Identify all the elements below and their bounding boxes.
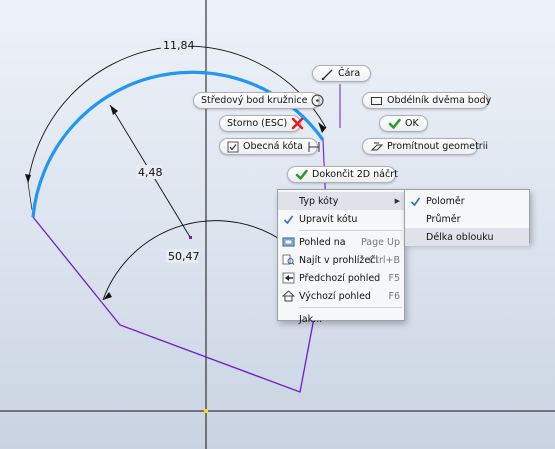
previous-view-icon [281, 271, 295, 285]
ok-button[interactable]: OK [379, 115, 428, 132]
line-label: Čára [338, 68, 361, 79]
dimension-type-submenu: Poloměr Průměr Délka oblouku [404, 189, 530, 246]
submenu-item-diameter[interactable]: Průměr [405, 210, 529, 228]
radius-label[interactable]: 4,48 [138, 166, 163, 179]
project-geometry-label: Promítnout geometrii [387, 141, 488, 152]
close-icon [291, 117, 304, 131]
circle-icon [311, 94, 324, 108]
line-button[interactable]: Čára [312, 65, 371, 82]
context-menu: Typ kóty ▶ Upravit kótu Pohled na Page U… [277, 189, 405, 325]
cancel-button[interactable]: Storno (ESC) [219, 115, 304, 132]
menu-item-home-view[interactable]: Výchozí pohled F6 [278, 287, 404, 305]
menu-item-previous-view[interactable]: Předchozí pohled F5 [278, 269, 404, 287]
submenu-item-radius[interactable]: Poloměr [405, 192, 529, 210]
cancel-label: Storno (ESC) [227, 118, 288, 129]
origin-point [204, 409, 208, 413]
general-dimension-button[interactable]: Obecná kóta [219, 138, 321, 155]
angle-label[interactable]: 50,47 [168, 250, 200, 263]
project-geometry-button[interactable]: Promítnout geometrii [362, 138, 488, 155]
checkmark-icon [281, 212, 295, 226]
submenu-arrow-icon: ▶ [394, 197, 400, 205]
checkmark-icon [408, 194, 422, 208]
rectangle-icon [370, 94, 383, 108]
project-geometry-icon [370, 140, 383, 154]
menu-item-how-to[interactable]: Jak... [278, 310, 404, 328]
finish-sketch-button[interactable]: Dokončit 2D náčrt [287, 166, 398, 183]
checkbox-icon [227, 140, 239, 154]
menu-item-find-in-browser[interactable]: Najít v prohlížeči Ctrl+B [278, 251, 404, 269]
line-icon [320, 67, 334, 81]
center-circle-button[interactable]: Středový bod kružnice [193, 92, 324, 109]
menu-separator [299, 230, 402, 231]
general-dimension-label: Obecná kóta [243, 141, 303, 152]
menu-item-edit-dimension[interactable]: Upravit kótu [278, 210, 404, 228]
home-icon [281, 289, 295, 303]
dimension-icon [307, 140, 321, 154]
menu-item-dimension-type[interactable]: Typ kóty ▶ [278, 192, 404, 210]
center-circle-label: Středový bod kružnice [201, 95, 308, 106]
menu-separator [299, 307, 402, 308]
two-point-rectangle-label: Obdélník dvěma body [387, 95, 492, 106]
arc-length-label[interactable]: 11,84 [163, 39, 195, 52]
find-in-browser-icon [281, 253, 295, 267]
submenu-item-arc-length[interactable]: Délka oblouku [405, 228, 529, 246]
ok-label: OK [405, 118, 419, 129]
two-point-rectangle-button[interactable]: Obdélník dvěma body [362, 92, 492, 109]
look-at-icon [281, 235, 295, 249]
menu-item-look-at[interactable]: Pohled na Page Up [278, 233, 404, 251]
finish-sketch-label: Dokončit 2D náčrt [312, 169, 398, 180]
checkmark-icon [295, 168, 308, 182]
checkmark-icon [387, 117, 401, 131]
